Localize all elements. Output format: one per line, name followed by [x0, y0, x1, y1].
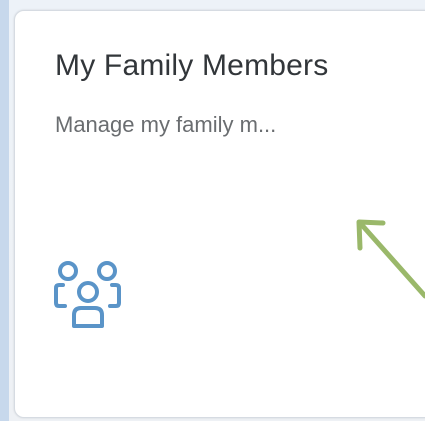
app-tile-my-family-members[interactable]: My Family Members Manage my family m... — [14, 10, 425, 418]
tile-subtitle: Manage my family m... — [55, 112, 277, 137]
launchpad-area: My Family Members Manage my family m... — [0, 0, 425, 421]
neighbor-tile-edge — [0, 0, 9, 421]
family-members-icon — [54, 261, 121, 328]
tile-title: My Family Members — [55, 49, 329, 82]
